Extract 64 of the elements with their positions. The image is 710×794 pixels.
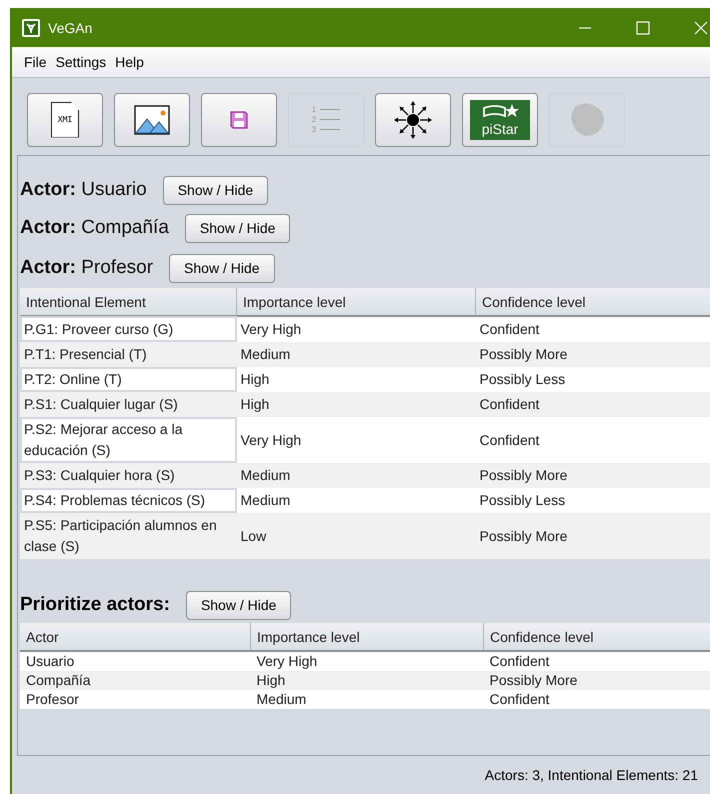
show-hide-button[interactable]: Show / Hide — [186, 590, 292, 620]
menu-item[interactable]: File — [24, 54, 47, 70]
table-cell: P.S2: Mejorar acceso a la educación (S) — [20, 417, 236, 463]
close-icon[interactable] — [694, 20, 708, 34]
table-cell: Possibly Less — [476, 367, 710, 392]
show-hide-button[interactable]: Show / Hide — [162, 176, 268, 204]
section-title: Prioritize actors: — [20, 594, 170, 616]
table-cell: P.S5: Participación alumnos en clase (S) — [20, 513, 236, 559]
show-hide-button[interactable]: Show / Hide — [184, 214, 290, 242]
actor-label: Actor: Compañía — [20, 217, 169, 239]
table-cell: Medium — [236, 488, 476, 513]
toolbar-button[interactable] — [375, 92, 451, 146]
column-header[interactable]: Importance level — [250, 623, 484, 651]
xmi-file-icon: XMI — [51, 102, 79, 138]
table-cell: Usuario — [20, 651, 250, 671]
table-cell: Possibly More — [476, 342, 710, 367]
show-hide-button[interactable]: Show / Hide — [169, 254, 275, 282]
table-cell: Confident — [476, 417, 710, 463]
table-cell: Medium — [236, 342, 476, 367]
table-cell: P.S1: Cualquier lugar (S) — [20, 392, 236, 417]
arrows-out-icon — [393, 100, 433, 140]
actor-label: Actor: Usuario — [20, 179, 147, 201]
table-cell: Possibly More — [476, 513, 710, 559]
table-cell: Possibly More — [476, 463, 710, 488]
column-header[interactable]: Confidence level — [484, 623, 710, 651]
status-text: Actors: 3, Intentional Elements: 21 — [484, 767, 698, 783]
table-cell: Confident — [476, 316, 710, 342]
pistar-logo: piStar — [470, 100, 530, 140]
table-cell: P.T2: Online (T) — [20, 367, 236, 392]
column-header[interactable]: Intentional Element — [20, 288, 236, 316]
maximize-icon[interactable] — [636, 20, 650, 34]
table-cell: P.G1: Proveer curso (G) — [20, 316, 236, 342]
table-cell: Profesor — [20, 690, 250, 709]
table-cell: P.S4: Problemas técnicos (S) — [20, 488, 236, 513]
table-cell: Very High — [250, 651, 484, 671]
toolbar-button[interactable] — [114, 92, 190, 146]
table-cell: P.S3: Cualquier hora (S) — [20, 463, 236, 488]
leaf-icon — [22, 18, 40, 36]
table-cell: High — [236, 367, 476, 392]
table-cell: Possibly More — [484, 671, 710, 690]
table-cell: Confident — [484, 651, 710, 671]
table-cell: Confident — [476, 392, 710, 417]
actor-label: Actor: Profesor — [20, 257, 154, 279]
menu-item[interactable]: Settings — [56, 54, 106, 70]
column-header[interactable]: Confidence level — [476, 288, 710, 316]
toolbar-button[interactable]: XMI — [27, 92, 103, 146]
table-cell: Medium — [250, 690, 484, 709]
table-cell: Possibly Less — [476, 488, 710, 513]
table-cell: Very High — [236, 417, 476, 463]
table-cell: Confident — [484, 690, 710, 709]
image-icon — [134, 104, 170, 134]
table-cell: P.T1: Presencial (T) — [20, 342, 236, 367]
toolbar-button[interactable]: piStar — [462, 92, 538, 146]
table-cell: Low — [236, 513, 476, 559]
table-cell: Very High — [236, 316, 476, 342]
column-header[interactable]: Actor — [20, 623, 250, 651]
table-cell: High — [236, 392, 476, 417]
column-header[interactable]: Importance level — [236, 288, 476, 316]
table-cell: Compañía — [20, 671, 250, 690]
table-cell: High — [250, 671, 484, 690]
window-title: VeGAn — [48, 20, 92, 36]
table-cell: Medium — [236, 463, 476, 488]
menu-item[interactable]: Help — [115, 54, 144, 70]
save-icon — [229, 110, 249, 130]
